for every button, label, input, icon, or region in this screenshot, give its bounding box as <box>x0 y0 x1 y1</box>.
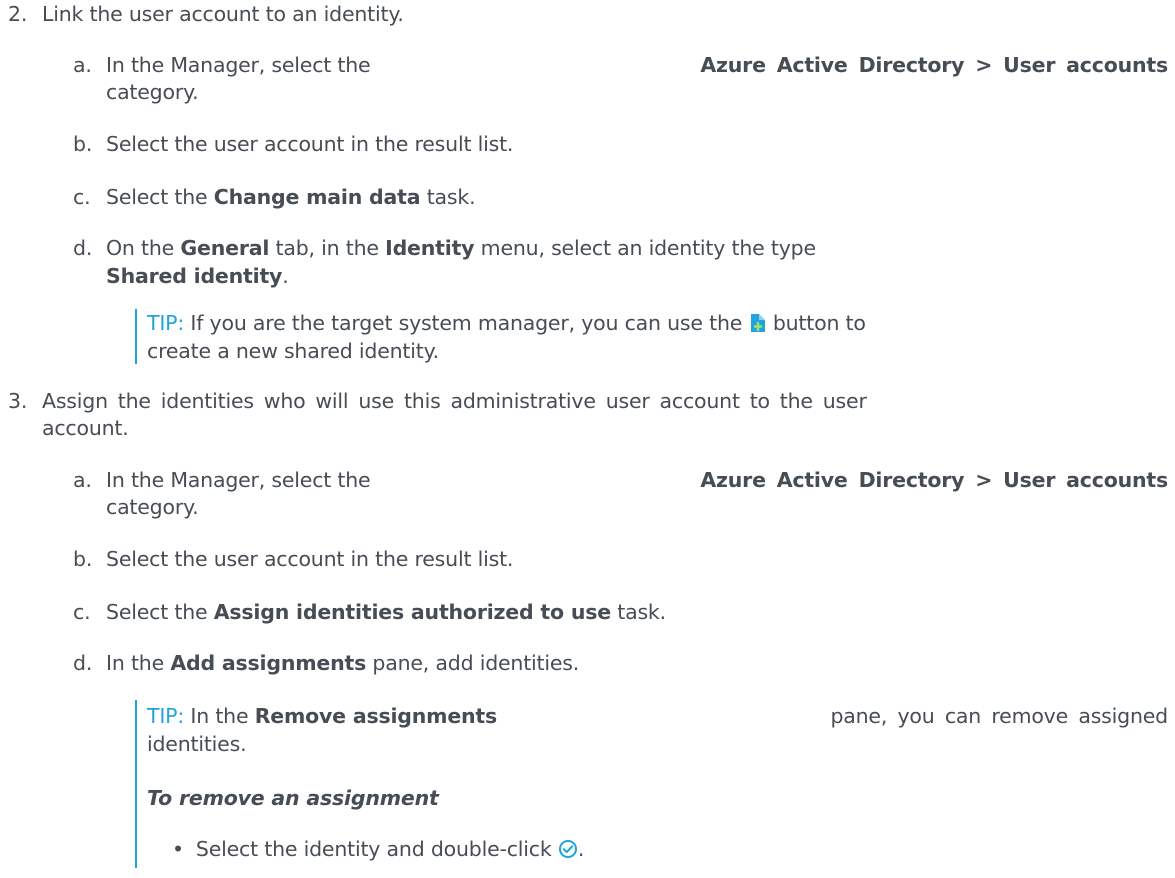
step-2d-line2: Shared identity. <box>106 263 289 289</box>
tip-3-bold: Remove assignments <box>254 704 498 728</box>
step-2c-pre: Select the <box>106 185 214 209</box>
step-3d-post: pane, add identities. <box>366 651 580 675</box>
step-2c-text: Select the Change main data task. <box>106 184 476 210</box>
tip-bar <box>135 700 137 868</box>
step-3b-letter: b. <box>73 547 93 571</box>
step-2c-post: task. <box>420 185 476 209</box>
step-3c-post: task. <box>610 600 666 624</box>
step-2-text: Link the user account to an identity. <box>42 2 404 26</box>
step-2d-text: On the General tab, in the Identity menu… <box>106 235 816 261</box>
step-2b-text: Select the user account in the result li… <box>106 132 514 156</box>
tip-3-heading: To remove an assignment <box>147 786 439 810</box>
step-3c-letter: c. <box>73 600 91 624</box>
step-3d-bold: Add assignments <box>170 651 367 675</box>
step-3c-text: Select the Assign identities authorized … <box>106 599 666 625</box>
tip-3-bullet-text: Select the identity and double-click <box>195 837 558 861</box>
check-circle-icon <box>558 839 578 865</box>
step-2d-mid2: menu, select an identity the type <box>474 236 816 260</box>
step-2d-bold-identity: Identity <box>385 236 475 260</box>
tip-label: TIP: <box>147 311 185 335</box>
step-2d-pre: On the <box>106 236 181 260</box>
step-3a-bold: Azure Active Directory > User accounts <box>700 468 1168 492</box>
step-3-text-line1-content: Assign the identities who will use this … <box>42 389 867 413</box>
tip-3-post: pane, you can remove assigned <box>830 704 1168 728</box>
step-2-number: 2. <box>8 2 28 26</box>
step-3a-pre: In the Manager, select the <box>106 468 371 492</box>
step-3d-text: In the Add assignments pane, add identit… <box>106 650 579 676</box>
tip-3-line1-left: TIP: In the Remove assignments <box>147 703 497 729</box>
step-2c-letter: c. <box>73 185 91 209</box>
step-2d-letter: d. <box>73 236 93 260</box>
step-3d-letter: d. <box>73 651 93 675</box>
step-3-text-line2: account. <box>42 416 129 440</box>
tip-3-pre: In the <box>184 704 255 728</box>
step-2a-pre: In the Manager, select the <box>106 53 371 77</box>
tip-3-bullet-end: . <box>577 837 585 861</box>
step-3c-bold: Assign identities authorized to use <box>213 600 611 624</box>
step-2d-bold-shared: Shared identity <box>106 264 283 288</box>
tip-3-line1: TIP: In the Remove assignments pane, you… <box>147 703 1168 729</box>
step-2a-line2: category. <box>106 80 199 104</box>
step-2a-text: In the Manager, select the Azure Active … <box>106 52 1168 78</box>
step-3a-text: In the Manager, select the Azure Active … <box>106 467 1168 493</box>
add-new-icon <box>749 313 767 339</box>
step-2d-post: . <box>282 264 289 288</box>
step-3-number: 3. <box>8 389 28 413</box>
step-3a-letter: a. <box>73 468 92 492</box>
step-2d-bold-general: General <box>180 236 270 260</box>
tip-2-pre: If you are the target system manager, yo… <box>184 311 749 335</box>
bullet-icon: • <box>172 837 184 861</box>
step-3b-text: Select the user account in the result li… <box>106 547 514 571</box>
step-3a-line2: category. <box>106 495 199 519</box>
step-3d-pre: In the <box>106 651 171 675</box>
step-3-text-line1: Assign the identities who will use this … <box>42 388 1168 414</box>
tip-2-line2: create a new shared identity. <box>147 339 439 363</box>
tip-3-line2: identities. <box>147 732 247 756</box>
tip-bar <box>135 309 137 364</box>
tip-label: TIP: <box>147 704 185 728</box>
step-2a-bold: Azure Active Directory > User accounts <box>700 53 1168 77</box>
step-3c-pre: Select the <box>106 600 214 624</box>
tip-2-line1: TIP: If you are the target system manage… <box>147 310 866 339</box>
step-2d-mid1: tab, in the <box>269 236 386 260</box>
step-2b-letter: b. <box>73 132 93 156</box>
step-2a-letter: a. <box>73 53 92 77</box>
tip-3-bullet-item: • Select the identity and double-click . <box>172 836 584 865</box>
step-2c-bold: Change main data <box>213 185 421 209</box>
tip-2-post: button to <box>766 311 866 335</box>
